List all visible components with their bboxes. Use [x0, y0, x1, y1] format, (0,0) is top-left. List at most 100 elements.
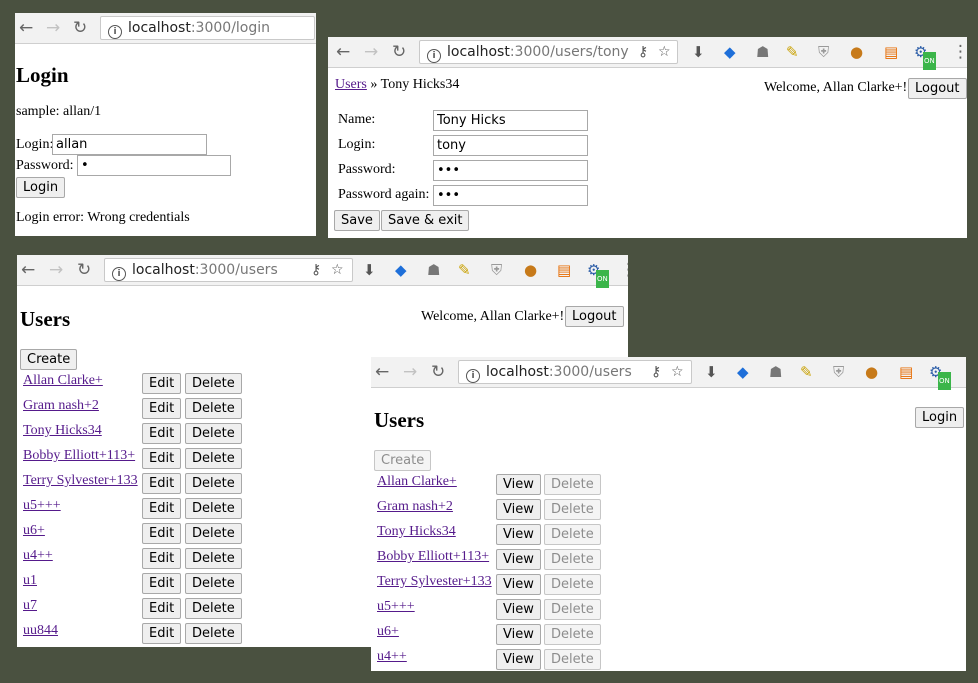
gem-extension-icon[interactable]: ◆	[737, 363, 749, 381]
gem-extension-icon[interactable]: ◆	[395, 261, 407, 279]
delete-button[interactable]: Delete	[544, 624, 601, 645]
user-link[interactable]: u6+	[377, 624, 399, 640]
address-bar[interactable]: i localhost:3000/users ⚷ ☆	[458, 360, 692, 384]
view-button[interactable]: View	[496, 549, 541, 570]
stack-extension-icon[interactable]: ▤	[899, 363, 913, 381]
delete-button[interactable]: Delete	[544, 649, 601, 670]
user-link[interactable]: Gram nash+2	[377, 499, 453, 515]
delete-button[interactable]: Delete	[544, 549, 601, 570]
delete-button[interactable]: Delete	[185, 548, 242, 569]
cookie-icon[interactable]: ●	[524, 261, 537, 279]
info-icon[interactable]: i	[466, 369, 480, 383]
user-link[interactable]: Bobby Elliott+113+	[23, 448, 135, 464]
login-button[interactable]: Login	[915, 407, 965, 428]
info-icon[interactable]: i	[112, 267, 126, 281]
user-link[interactable]: Allan Clarke+	[377, 474, 457, 490]
shield-icon[interactable]: ⛨	[833, 363, 844, 381]
gear-on-extension-icon[interactable]: ⚙ ON	[587, 261, 609, 288]
login-field[interactable]	[52, 134, 207, 155]
view-button[interactable]: View	[496, 474, 541, 495]
gear-on-extension-icon[interactable]: ⚙ ON	[929, 363, 951, 390]
user-link[interactable]: Terry Sylvester+133	[23, 473, 138, 489]
name-field[interactable]	[433, 110, 588, 131]
delete-button[interactable]: Delete	[185, 498, 242, 519]
create-button[interactable]: Create	[20, 349, 78, 370]
key-icon[interactable]: ⚷	[638, 41, 648, 63]
user-link[interactable]: u4++	[23, 548, 53, 564]
info-icon[interactable]: i	[108, 25, 122, 39]
delete-button[interactable]: Delete	[544, 574, 601, 595]
edit-button[interactable]: Edit	[142, 373, 182, 394]
user-link[interactable]: Allan Clarke+	[23, 373, 103, 389]
delete-button[interactable]: Delete	[544, 524, 601, 545]
user-link[interactable]: u4++	[377, 649, 407, 665]
reload-icon[interactable]: ↻	[431, 363, 445, 381]
shield-icon[interactable]: ⛨	[491, 261, 502, 279]
delete-button[interactable]: Delete	[185, 598, 242, 619]
save-and-exit-button[interactable]: Save & exit	[381, 210, 470, 231]
gear-on-extension-icon[interactable]: ⚙ ON	[914, 43, 936, 70]
info-icon[interactable]: i	[427, 49, 441, 63]
edit-button[interactable]: Edit	[142, 548, 182, 569]
edit-button[interactable]: Edit	[142, 573, 182, 594]
star-icon[interactable]: ☆	[671, 361, 684, 383]
delete-button[interactable]: Delete	[185, 623, 242, 644]
back-icon[interactable]: ←	[19, 19, 33, 37]
broom-extension-icon[interactable]: ✎	[786, 43, 799, 61]
user-link[interactable]: u5+++	[23, 498, 61, 514]
edit-button[interactable]: Edit	[142, 423, 182, 444]
view-button[interactable]: View	[496, 499, 541, 520]
menu-icon[interactable]: ⋮	[952, 43, 967, 61]
download-icon[interactable]: ⬇	[363, 261, 376, 279]
logout-button[interactable]: Logout	[565, 306, 624, 327]
delete-button[interactable]: Delete	[185, 373, 242, 394]
delete-button[interactable]: Delete	[185, 423, 242, 444]
user-link[interactable]: u7	[23, 598, 37, 614]
address-bar[interactable]: i localhost:3000/users ⚷ ☆	[104, 258, 353, 282]
view-button[interactable]: View	[496, 574, 541, 595]
edit-button[interactable]: Edit	[142, 523, 182, 544]
shield-icon[interactable]: ⛨	[818, 43, 829, 61]
breadcrumb-users-link[interactable]: Users	[335, 77, 367, 92]
address-bar[interactable]: i localhost:3000/users/tony ⚷ ☆	[419, 40, 678, 64]
broom-extension-icon[interactable]: ✎	[800, 363, 813, 381]
delete-button[interactable]: Delete	[185, 448, 242, 469]
create-button[interactable]: Create	[374, 450, 432, 471]
back-icon[interactable]: ←	[21, 261, 35, 279]
user-link[interactable]: Gram nash+2	[23, 398, 99, 414]
edit-button[interactable]: Edit	[142, 498, 182, 519]
edit-button[interactable]: Edit	[142, 398, 182, 419]
delete-button[interactable]: Delete	[544, 599, 601, 620]
user-link[interactable]: Terry Sylvester+133	[377, 574, 492, 590]
cookie-icon[interactable]: ●	[865, 363, 878, 381]
forward-icon[interactable]: →	[49, 261, 63, 279]
download-icon[interactable]: ⬇	[692, 43, 705, 61]
user-link[interactable]: Tony Hicks34	[377, 524, 456, 540]
ghost-extension-icon[interactable]: ☗	[769, 363, 782, 381]
login-button[interactable]: Login	[16, 177, 66, 198]
edit-button[interactable]: Edit	[142, 473, 182, 494]
key-icon[interactable]: ⚷	[311, 259, 321, 281]
cookie-icon[interactable]: ●	[850, 43, 863, 61]
save-button[interactable]: Save	[334, 210, 380, 231]
star-icon[interactable]: ☆	[658, 41, 671, 63]
key-icon[interactable]: ⚷	[651, 361, 661, 383]
edit-button[interactable]: Edit	[142, 598, 182, 619]
login-field[interactable]	[433, 135, 588, 156]
user-link[interactable]: Bobby Elliott+113+	[377, 549, 489, 565]
edit-button[interactable]: Edit	[142, 623, 182, 644]
user-link[interactable]: u1	[23, 573, 37, 589]
user-link[interactable]: u6+	[23, 523, 45, 539]
stack-extension-icon[interactable]: ▤	[884, 43, 898, 61]
reload-icon[interactable]: ↻	[73, 19, 87, 37]
view-button[interactable]: View	[496, 599, 541, 620]
view-button[interactable]: View	[496, 649, 541, 670]
logout-button[interactable]: Logout	[908, 78, 967, 99]
reload-icon[interactable]: ↻	[77, 261, 91, 279]
forward-icon[interactable]: →	[403, 363, 417, 381]
delete-button[interactable]: Delete	[544, 499, 601, 520]
star-icon[interactable]: ☆	[331, 259, 344, 281]
forward-icon[interactable]: →	[364, 43, 378, 61]
delete-button[interactable]: Delete	[185, 398, 242, 419]
download-icon[interactable]: ⬇	[705, 363, 718, 381]
